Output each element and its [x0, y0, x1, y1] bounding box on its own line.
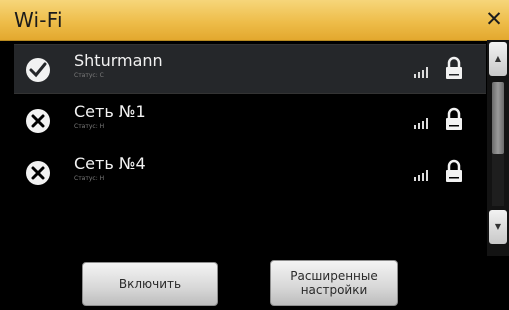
lock-icon [446, 107, 462, 130]
scroll-up-icon[interactable]: ▲ [489, 42, 507, 76]
window-title: Wi-Fi [14, 8, 63, 32]
network-row-set-1[interactable]: Сеть №1 Статус: Н [14, 96, 486, 144]
network-name: Сеть №4 [74, 154, 146, 173]
enable-button-label: Включить [118, 277, 182, 291]
network-row-set-4[interactable]: Сеть №4 Статус: Н [14, 148, 486, 196]
network-row-shturmann[interactable]: Shturmann Статус: С [14, 44, 486, 94]
bottom-toolbar: Включить Расширенные настройки [0, 256, 509, 310]
network-list: Shturmann Статус: С Сеть №1 Статус: Н Се… [14, 44, 486, 254]
signal-icon [414, 118, 428, 129]
advanced-settings-button[interactable]: Расширенные настройки [270, 260, 398, 306]
scroll-down-icon[interactable]: ▼ [489, 210, 507, 244]
wifi-connected-icon [26, 58, 50, 82]
lock-icon [446, 56, 462, 79]
scroll-thumb[interactable] [492, 82, 504, 154]
title-bar: Wi-Fi ✕ [0, 0, 509, 41]
scrollbar[interactable]: ▲ ▼ [487, 40, 509, 256]
signal-icon [414, 67, 428, 78]
network-status: Статус: Н [74, 175, 105, 182]
close-icon[interactable]: ✕ [483, 7, 505, 31]
network-status: Статус: С [74, 72, 104, 79]
lock-icon [446, 159, 462, 182]
enable-button[interactable]: Включить [82, 262, 218, 306]
network-status: Статус: Н [74, 123, 105, 130]
advanced-settings-label: Расширенные настройки [290, 269, 378, 297]
network-name: Shturmann [74, 51, 163, 70]
wifi-disconnected-icon [26, 161, 50, 185]
signal-icon [414, 170, 428, 181]
network-name: Сеть №1 [74, 102, 146, 121]
wifi-disconnected-icon [26, 109, 50, 133]
